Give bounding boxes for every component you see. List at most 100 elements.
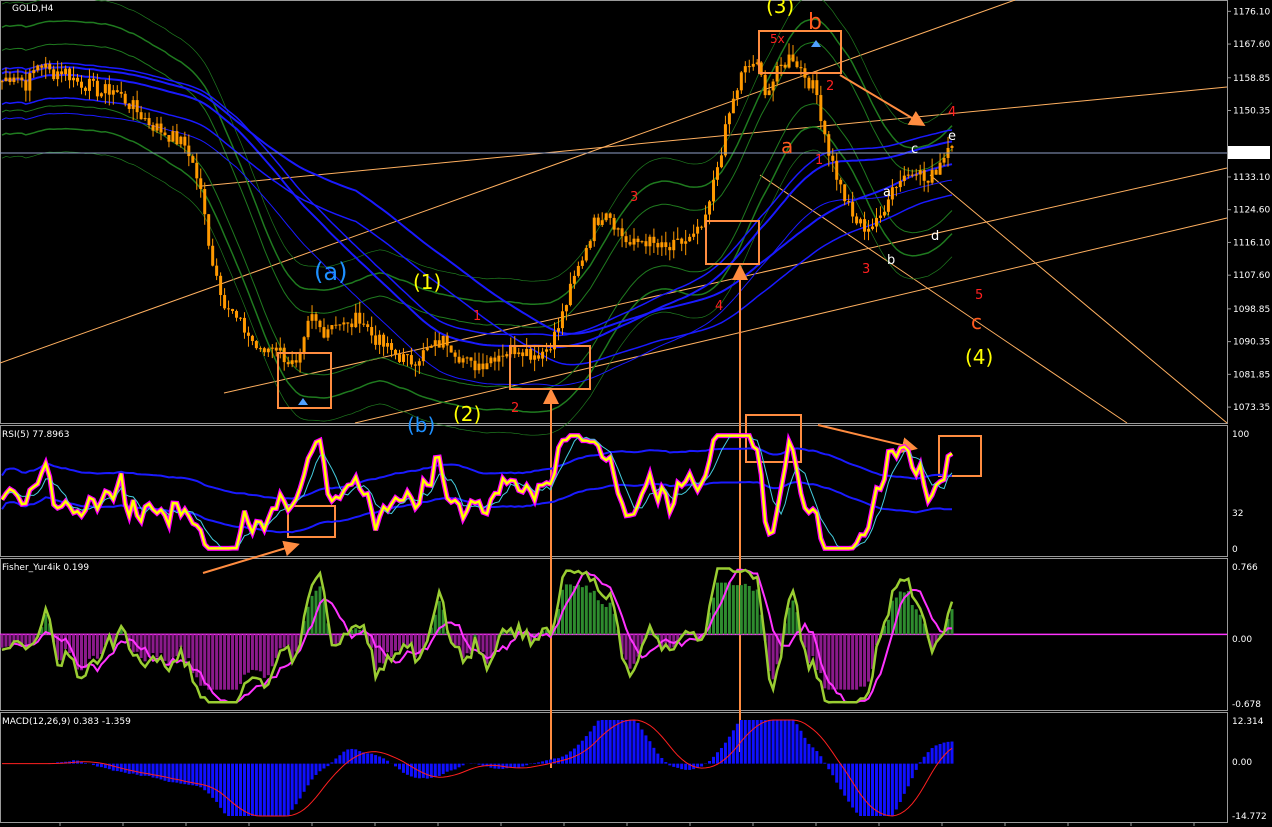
macd-histogram-bar [926, 752, 930, 764]
candle-body [0, 81, 4, 83]
macd-title: MACD(12,26,9) 0.383 -1.359 [2, 717, 131, 727]
candle-body [20, 77, 24, 81]
candle-body [179, 136, 183, 145]
candle-body [143, 118, 147, 120]
fisher-histogram-bar [576, 584, 580, 635]
candle-body [131, 100, 135, 109]
fisher-histogram-bar [238, 634, 242, 684]
macd-histogram-bar [628, 720, 632, 764]
macd-histogram-bar [787, 720, 791, 764]
candle-body [636, 238, 640, 243]
macd-histogram-bar [827, 763, 831, 770]
macd-histogram-bar [727, 736, 731, 764]
candle-body [417, 361, 421, 366]
fisher-histogram-bar [28, 634, 32, 645]
macd-histogram-bar [942, 742, 946, 764]
candle-body [477, 363, 481, 371]
macd-histogram-bar [278, 763, 282, 816]
macd-histogram-bar [767, 720, 771, 764]
macd-histogram-bar [386, 760, 390, 764]
fisher-histogram-bar [175, 634, 179, 657]
candle-body [763, 74, 767, 96]
candle-body [950, 146, 954, 148]
candle-body [358, 312, 362, 324]
candle-body [930, 169, 934, 183]
candle-body [871, 226, 875, 229]
candle-body [231, 308, 235, 312]
candle-body [632, 238, 636, 245]
fisher-histogram-bar [219, 634, 223, 690]
fisher-tick-high: 0.766 [1232, 563, 1258, 573]
candle-body [612, 217, 616, 230]
macd-histogram-bar [735, 723, 739, 764]
macd-histogram-bar [930, 748, 934, 764]
fisher-histogram-bar [735, 585, 739, 635]
macd-histogram-bar [839, 763, 843, 790]
rsi-title: RSI(5) 77.8963 [2, 430, 69, 440]
macd-histogram-bar [262, 763, 266, 816]
fisher-histogram-bar [600, 604, 604, 635]
candle-body [660, 242, 664, 248]
candle-body [64, 68, 68, 75]
fisher-histogram-bar [592, 590, 596, 635]
fisher-histogram-bar [16, 634, 20, 641]
candle-body [827, 134, 831, 156]
macd-histogram-bar [127, 763, 131, 774]
candle-body [195, 162, 199, 179]
candle-body [330, 325, 334, 330]
macd-histogram-bar [191, 763, 195, 786]
fisher-histogram-bar [20, 634, 24, 644]
fisher-histogram-bar [596, 600, 600, 635]
candle-body [572, 275, 576, 284]
macd-histogram-bar [286, 763, 290, 816]
candle-body [751, 63, 755, 67]
fisher-histogram-bar [453, 634, 457, 646]
macd-histogram-bar [819, 756, 823, 764]
rsi-tick-high: 100 [1232, 430, 1249, 440]
candle-body [795, 61, 799, 68]
candle-body [926, 180, 930, 183]
macd-histogram-bar [397, 763, 401, 770]
candle-body [692, 233, 696, 237]
candle-body [378, 334, 382, 345]
fisher-histogram-bar [886, 619, 890, 635]
candle-body [413, 364, 417, 366]
fisher-histogram-bar [851, 634, 855, 690]
macd-histogram-bar [640, 729, 644, 764]
candle-body [56, 71, 60, 80]
candle-body [906, 174, 910, 176]
fisher-histogram-bar [839, 634, 843, 690]
macd-histogram-bar [242, 763, 246, 816]
fisher-histogram-bar [250, 634, 254, 670]
candle-body [497, 355, 501, 362]
macd-histogram-bar [99, 763, 103, 768]
candle-body [473, 360, 477, 371]
macd-histogram-bar [493, 763, 497, 769]
candle-body [783, 64, 787, 68]
candle-body [847, 201, 851, 203]
macd-histogram-bar [712, 756, 716, 764]
candle-body [819, 95, 823, 122]
fisher-histogram-bar [95, 634, 99, 659]
candle-body [139, 112, 143, 120]
candle-body [242, 317, 246, 333]
candle-body [485, 363, 489, 370]
macd-histogram-bar [596, 720, 600, 764]
candle-body [52, 69, 56, 80]
macd-histogram-bar [231, 763, 235, 816]
fisher-histogram-bar [179, 634, 183, 648]
candle-body [354, 312, 358, 328]
fisher-histogram-bar [79, 634, 83, 671]
candle-body [119, 91, 123, 94]
candle-body [735, 90, 739, 99]
fisher-histogram-bar [719, 582, 723, 635]
candle-body [680, 238, 684, 244]
candle-body [72, 77, 76, 81]
macd-histogram-bar [521, 763, 525, 767]
fisher-histogram-bar [270, 634, 274, 667]
fisher-histogram-bar [847, 634, 851, 690]
candle-body [24, 80, 28, 91]
wave-label-r2b: 2 [826, 79, 834, 94]
macd-histogram-bar [135, 763, 139, 775]
wave-label-r4b: 4 [948, 105, 956, 120]
